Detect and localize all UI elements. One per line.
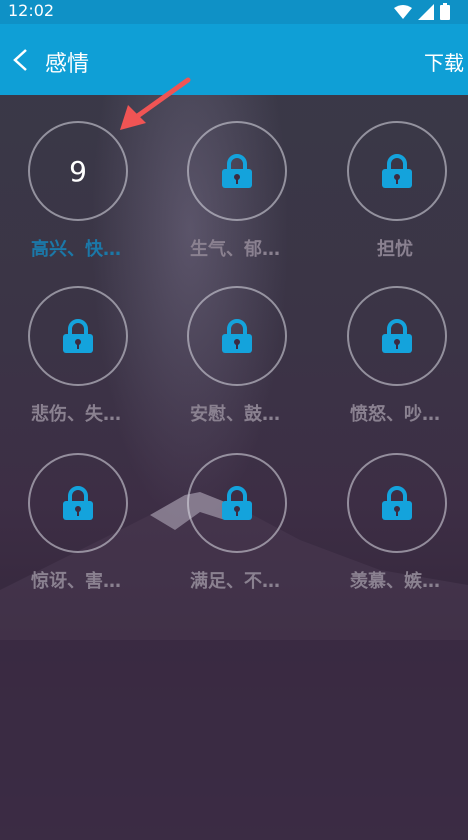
emotion-item-rage[interactable]: 愤怒、吵… [337, 260, 457, 425]
app-bar: 感情 下载 [0, 24, 468, 95]
lock-icon [382, 486, 412, 520]
lock-icon [63, 486, 93, 520]
signal-icon [418, 3, 434, 20]
item-label: 担忧 [377, 239, 413, 260]
status-time: 12:02 [8, 1, 55, 20]
annotation-arrow-icon [120, 77, 191, 130]
emotion-item-envy[interactable]: 羡慕、嫉… [337, 427, 457, 592]
lock-icon [222, 319, 252, 353]
emotion-item-surprise[interactable]: 惊讶、害… [18, 427, 138, 592]
item-label: 满足、不… [190, 571, 280, 592]
item-label: 愤怒、吵… [350, 404, 440, 425]
item-label: 高兴、快… [31, 239, 121, 260]
lock-icon [382, 154, 412, 188]
item-circle [347, 286, 447, 386]
item-circle [187, 121, 287, 221]
item-circle [347, 121, 447, 221]
wifi-icon [394, 4, 412, 19]
lock-icon [222, 154, 252, 188]
emotion-item-comfort[interactable]: 安慰、鼓… [177, 260, 297, 425]
lock-icon [63, 319, 93, 353]
item-circle [187, 286, 287, 386]
download-button[interactable]: 下载 [424, 47, 464, 76]
unlocked-count: 9 [69, 154, 87, 188]
item-circle: 9 [28, 121, 128, 221]
item-label: 生气、郁… [190, 239, 280, 260]
item-circle [187, 453, 287, 553]
battery-icon [440, 3, 450, 20]
back-arrow-icon[interactable] [10, 48, 32, 72]
item-label: 悲伤、失… [31, 404, 121, 425]
emotion-item-worry[interactable]: 担忧 [337, 95, 457, 260]
emotion-item-sad[interactable]: 悲伤、失… [18, 260, 138, 425]
item-circle [28, 286, 128, 386]
emotion-item-satisfied[interactable]: 满足、不… [177, 427, 297, 592]
lock-icon [222, 486, 252, 520]
item-label: 惊讶、害… [31, 571, 121, 592]
lock-icon [382, 319, 412, 353]
status-bar: 12:02 [0, 0, 468, 24]
page-title: 感情 [45, 52, 90, 77]
item-circle [28, 453, 128, 553]
item-circle [347, 453, 447, 553]
item-label: 安慰、鼓… [190, 404, 280, 425]
item-label: 羡慕、嫉… [350, 571, 440, 592]
